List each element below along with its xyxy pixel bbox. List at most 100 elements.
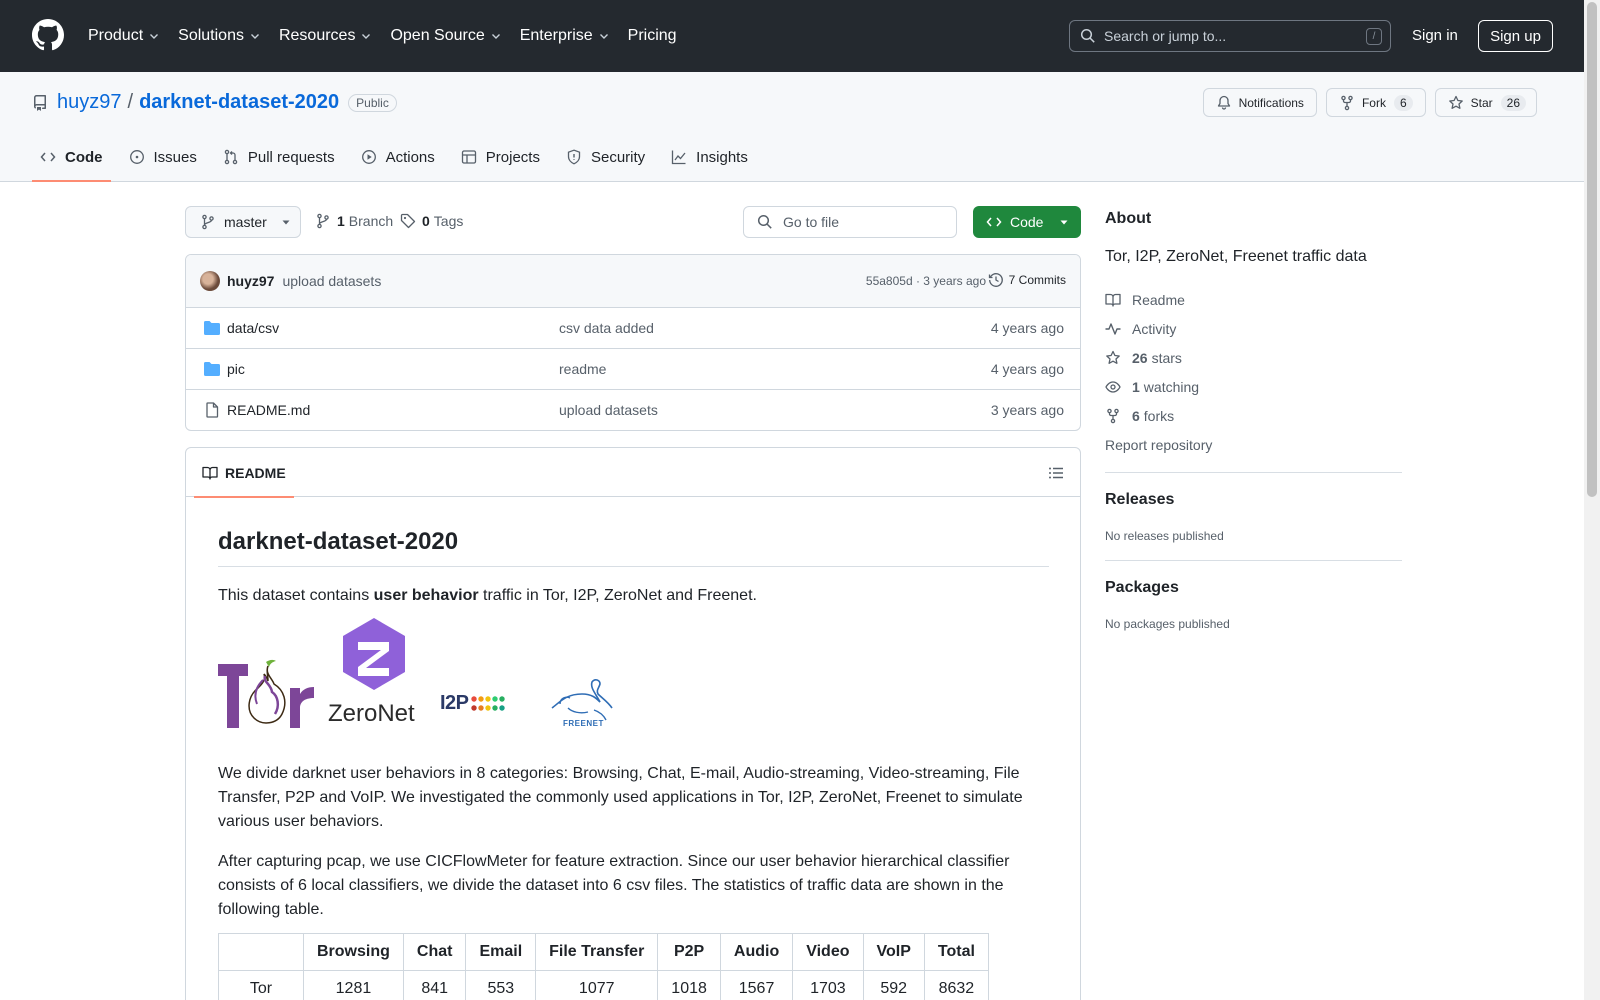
sign-up-button[interactable]: Sign up <box>1478 20 1553 52</box>
pull-request-icon <box>224 149 238 165</box>
tab-label: Pull requests <box>247 148 335 166</box>
file-commit-message[interactable]: upload datasets <box>559 402 658 418</box>
tab-code[interactable]: Code <box>32 132 111 182</box>
tab-projects[interactable]: Projects <box>453 132 548 182</box>
scrollbar-thumb[interactable] <box>1587 2 1597 497</box>
tab-pull-requests[interactable]: Pull requests <box>215 132 343 182</box>
github-logo-icon[interactable] <box>32 19 64 51</box>
intro-pre: This dataset contains <box>218 587 374 604</box>
i2p-dots-icon <box>470 695 505 711</box>
branch-name: master <box>224 214 267 230</box>
nav-enterprise[interactable]: Enterprise <box>520 27 610 45</box>
readme-tab[interactable]: README <box>194 448 294 498</box>
commit-message-link[interactable]: upload datasets <box>282 273 381 289</box>
forks-link[interactable]: 6 forks <box>1105 401 1402 430</box>
table-header-cell: VoIP <box>862 933 925 971</box>
book-icon <box>1105 293 1121 307</box>
watchers-link[interactable]: 1 watching <box>1105 372 1402 401</box>
page-scrollbar[interactable] <box>1584 0 1600 1000</box>
file-row[interactable]: README.md upload datasets 3 years ago <box>186 390 1080 430</box>
commits-link[interactable]: 7 Commits <box>988 272 1066 288</box>
notifications-button[interactable]: Notifications <box>1202 88 1317 117</box>
code-icon <box>986 217 1002 227</box>
star-button[interactable]: Star 26 <box>1434 88 1537 117</box>
packages-heading[interactable]: Packages <box>1105 579 1402 597</box>
search-icon <box>1080 28 1095 43</box>
readme-link-label: Readme <box>1132 291 1185 308</box>
repo-owner-link[interactable]: huyz97 <box>57 91 122 114</box>
tab-insights[interactable]: Insights <box>663 132 756 182</box>
list-unordered-icon[interactable] <box>1048 465 1064 481</box>
file-row[interactable]: pic readme 4 years ago <box>186 349 1080 390</box>
file-commit-message[interactable]: readme <box>559 361 606 377</box>
notifications-label: Notifications <box>1238 95 1304 110</box>
file-browser: huyz97 upload datasets 55a805d · 3 years… <box>185 254 1081 431</box>
fork-icon <box>1107 408 1119 423</box>
code-dropdown-button[interactable]: Code <box>973 206 1081 238</box>
file-name-link[interactable]: pic <box>227 361 245 377</box>
table-header-cell: Video <box>792 933 864 971</box>
file-row[interactable]: data/csv csv data added 4 years ago <box>186 308 1080 349</box>
commit-author-link[interactable]: huyz97 <box>227 273 274 289</box>
branches-link[interactable]: 1 Branch <box>315 213 393 229</box>
global-search-input[interactable]: Search or jump to... / <box>1069 20 1391 52</box>
tab-issues[interactable]: Issues <box>121 132 205 182</box>
readme-header: README <box>186 448 1080 498</box>
file-age: 4 years ago <box>990 320 1064 336</box>
search-icon <box>757 214 772 229</box>
nav-product[interactable]: Product <box>88 27 160 45</box>
tab-label: Insights <box>696 148 748 166</box>
activity-link[interactable]: Activity <box>1105 314 1402 343</box>
file-age: 3 years ago <box>990 402 1064 418</box>
no-releases-text: No releases published <box>1105 529 1224 543</box>
stars-label: stars <box>1151 349 1182 366</box>
file-name-link[interactable]: data/csv <box>227 320 279 336</box>
table-cell: 1018 <box>657 970 721 1000</box>
branch-selector[interactable]: master <box>185 206 301 238</box>
repo-path-separator: / <box>127 91 134 113</box>
shield-icon <box>567 149 581 165</box>
global-header: Product Solutions Resources Open Source … <box>0 0 1600 72</box>
repo-title: huyz97 / darknet-dataset-2020 Public <box>32 91 397 114</box>
table-header-cell: Audio <box>719 933 794 971</box>
fork-button[interactable]: Fork 6 <box>1325 88 1426 117</box>
releases-heading[interactable]: Releases <box>1105 491 1402 509</box>
table-cell: 841 <box>402 970 467 1000</box>
search-shortcut-key: / <box>1366 28 1382 45</box>
nav-resources[interactable]: Resources <box>279 27 372 45</box>
global-nav: Product Solutions Resources Open Source … <box>88 0 695 72</box>
table-header-cell: Email <box>465 933 537 971</box>
tab-security[interactable]: Security <box>558 132 653 182</box>
repo-name-link[interactable]: darknet-dataset-2020 <box>139 91 339 114</box>
repo-icon <box>34 94 46 111</box>
tab-label: Security <box>590 148 646 166</box>
file-commit-message[interactable]: csv data added <box>559 320 654 336</box>
table-header-cell <box>218 933 304 971</box>
freenet-logo-text: FREENET <box>563 719 604 728</box>
intro-post: traffic in Tor, I2P, ZeroNet and Freenet… <box>478 587 757 604</box>
stars-link[interactable]: 26 stars <box>1105 343 1402 372</box>
readme-link[interactable]: Readme <box>1105 285 1402 314</box>
tab-label: Actions <box>385 148 435 166</box>
nav-label: Product <box>88 27 144 44</box>
watching-count: 1 <box>1132 378 1140 395</box>
file-name-link[interactable]: README.md <box>227 402 310 418</box>
avatar[interactable] <box>200 271 220 291</box>
table-cell: 8632 <box>923 970 989 1000</box>
tab-actions[interactable]: Actions <box>353 132 443 182</box>
tags-link[interactable]: 0 Tags <box>400 213 463 229</box>
go-to-file-input[interactable]: Go to file <box>743 206 957 238</box>
zeronet-logo <box>343 618 405 690</box>
latest-commit: huyz97 upload datasets 55a805d · 3 years… <box>186 255 1080 308</box>
i2p-logo-text: I2P <box>440 692 469 714</box>
sign-in-link[interactable]: Sign in <box>1412 27 1458 44</box>
commit-meta[interactable]: 55a805d · 3 years ago <box>866 274 986 288</box>
report-repository-link[interactable]: Report repository <box>1105 430 1402 459</box>
nav-open-source[interactable]: Open Source <box>390 27 501 45</box>
nav-solutions[interactable]: Solutions <box>178 27 261 45</box>
sidebar-divider <box>1105 472 1402 473</box>
nav-pricing[interactable]: Pricing <box>628 27 677 45</box>
watching-label: watching <box>1143 378 1200 395</box>
pulse-icon <box>1105 322 1121 335</box>
about-links: Readme Activity 26 stars 1 watching 6 fo… <box>1105 285 1402 459</box>
